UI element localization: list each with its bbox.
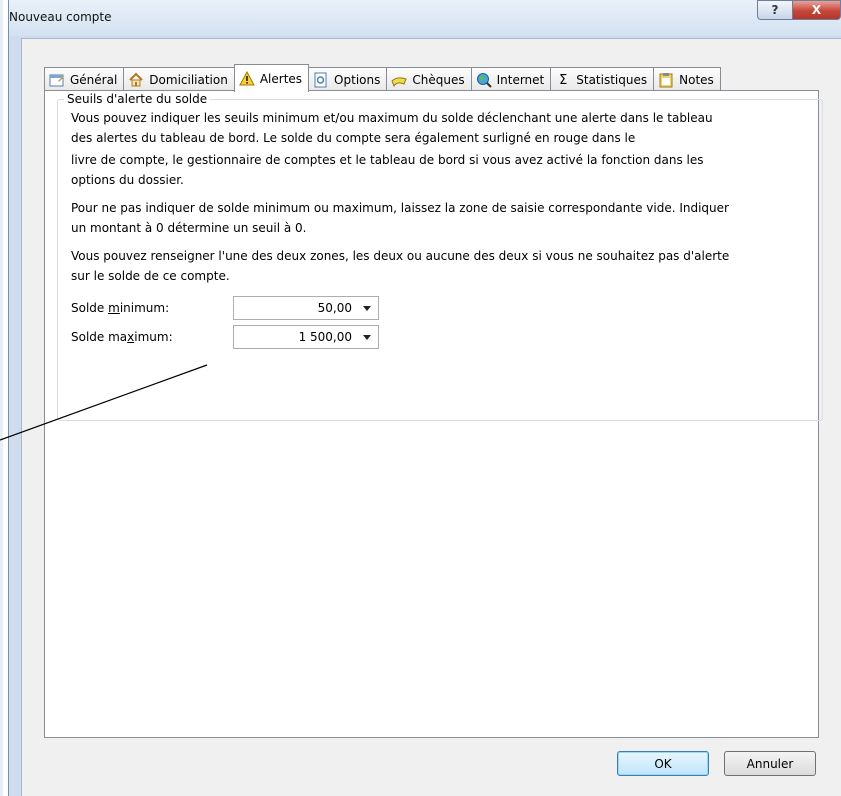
min-balance-value: 50,00 [317,301,352,315]
close-button[interactable]: X [793,0,841,20]
options-icon [313,72,329,88]
tab-panel-alertes: Seuils d'alerte du solde Vous pouvez ind… [44,90,823,738]
sigma-icon: Σ [559,72,568,88]
tab-notes-label: Notes [679,73,714,87]
tab-domiciliation[interactable]: Domiciliation [123,67,235,92]
min-balance-label: Solde minimum: [71,301,170,315]
tab-cheques-label: Chèques [412,73,465,87]
tab-general-label: Général [70,73,118,87]
balance-alert-group: Seuils d'alerte du solde Vous pouvez ind… [57,92,823,421]
cancel-button[interactable]: Annuler [724,751,816,776]
description-line-1: Vous pouvez indiquer les seuils minimum … [71,111,713,125]
description-line-4: options du dossier. [71,173,184,187]
notes-icon [658,72,674,88]
tab-domiciliation-label: Domiciliation [149,73,228,87]
tab-options-label: Options [334,73,381,87]
window-title: Nouveau compte [9,10,112,24]
max-balance-value: 1 500,00 [298,330,352,344]
tab-strip: Général Domiciliation Alertes Options Ch… [44,64,721,92]
description-line-3: livre de compte, le gestionnaire de comp… [71,153,704,167]
left-edge [0,0,3,796]
cheque-icon [391,72,408,88]
chevron-down-icon[interactable] [363,335,371,340]
tab-statistiques-label: Statistiques [576,73,648,87]
min-balance-combo[interactable]: 50,00 [233,296,379,320]
general-icon [49,72,65,88]
tab-general[interactable]: Général [44,67,125,92]
group-title: Seuils d'alerte du solde [64,92,211,106]
description-line-7: Vous pouvez renseigner l'une des deux zo… [71,249,730,263]
max-balance-label: Solde maximum: [71,330,173,344]
globe-icon [476,72,492,88]
window-controls: ? X [757,0,841,20]
max-balance-combo[interactable]: 1 500,00 [233,325,379,349]
tab-alertes[interactable]: Alertes [233,64,310,92]
tab-notes[interactable]: Notes [653,67,721,92]
ok-button[interactable]: OK [617,751,709,776]
dialog-client-area: Général Domiciliation Alertes Options Ch… [21,38,841,796]
description-line-6: un montant à 0 détermine un seuil à 0. [71,221,307,235]
tab-cheques[interactable]: Chèques [386,67,472,92]
title-bar: Nouveau compte ? X [9,0,841,36]
description-line-5: Pour ne pas indiquer de solde minimum ou… [71,201,729,215]
tab-options[interactable]: Options [308,67,388,92]
tab-internet[interactable]: Internet [470,67,552,92]
tab-alertes-label: Alertes [259,71,303,86]
description-line-8: sur le solde de ce compte. [71,269,230,283]
tab-internet-label: Internet [496,73,545,87]
dialog-window: Nouveau compte ? X Général Domiciliation [8,0,841,796]
tab-statistiques[interactable]: Σ Statistiques [550,67,655,92]
house-icon [128,72,144,88]
help-button[interactable]: ? [757,0,793,20]
warning-icon [239,70,255,87]
chevron-down-icon[interactable] [363,306,371,311]
description-line-2: des alertes du tableau de bord. Le solde… [71,131,636,145]
